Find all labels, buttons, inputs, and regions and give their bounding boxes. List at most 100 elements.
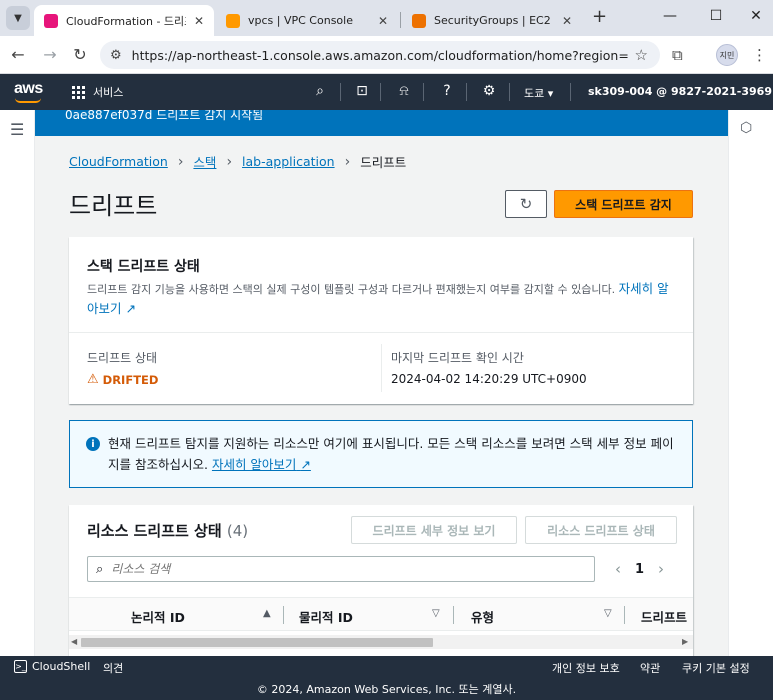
column-divider[interactable] (283, 606, 284, 624)
account-menu[interactable]: sk309-004 @ 9827-2021-3969 ▾ (588, 85, 773, 98)
detect-stack-drift-button[interactable]: 스택 드리프트 감지 (554, 190, 693, 218)
breadcrumb-cloudformation[interactable]: CloudFormation (69, 154, 168, 169)
card-heading: 리소스 드리프트 상태 (4) (87, 520, 248, 541)
tab-search-button[interactable]: ▼ (6, 6, 30, 30)
back-icon[interactable]: ← (8, 45, 28, 64)
profile-avatar[interactable]: 지민 (716, 44, 738, 66)
close-tab-icon[interactable]: ✕ (194, 14, 204, 28)
column-divider[interactable] (453, 606, 454, 624)
browser-tab-vpc[interactable]: vpcs | VPC Console ✕ (216, 5, 398, 36)
drift-status-value: ⚠ DRIFTED (87, 372, 158, 387)
search-icon: ⌕ (96, 561, 104, 577)
card-description: 드리프트 감지 기능을 사용하면 스택의 실제 구성이 템플릿 구성과 다르거나… (87, 279, 679, 319)
vpc-favicon-icon (226, 13, 240, 28)
cloudshell-button[interactable]: >_ CloudShell (14, 660, 90, 673)
right-side-rail: ⬡ (728, 110, 773, 656)
browser-toolbar: ← → ↻ ⚙ https://ap-northeast-1.console.a… (0, 36, 773, 74)
help-panel-icon[interactable]: ⬡ (740, 120, 752, 136)
left-side-rail: ☰ (0, 110, 35, 656)
page-title: 드리프트 (69, 192, 158, 220)
feedback-link[interactable]: 의견 (103, 660, 123, 676)
column-divider[interactable] (624, 606, 625, 624)
help-icon[interactable]: ? (437, 83, 457, 99)
column-type[interactable]: 유형 (471, 607, 494, 626)
external-link-icon: ↗ (125, 301, 136, 316)
browser-tab-securitygroups[interactable]: SecurityGroups | EC2 | ap- ✕ (402, 5, 582, 36)
close-tab-icon[interactable]: ✕ (562, 14, 572, 28)
privacy-link[interactable]: 개인 정보 보호 (552, 660, 620, 676)
account-label: sk309-004 @ 9827-2021-3969 (588, 85, 772, 98)
nav-divider (340, 83, 341, 101)
horizontal-scrollbar[interactable]: ◀ ▶ (69, 635, 693, 649)
browser-tab-cloudformation[interactable]: CloudFormation - 드리프트 ✕ (34, 5, 214, 36)
info-alert: i 현재 드리프트 탐지를 지원하는 리소스만 여기에 표시됩니다. 모든 스택… (69, 420, 693, 488)
info-learn-more-link[interactable]: 자세히 알아보기 ↗ (212, 457, 311, 472)
console-footer: >_ CloudShell 의견 개인 정보 보호 약관 쿠키 기본 설정 © … (0, 656, 773, 700)
terms-link[interactable]: 약관 (640, 660, 660, 676)
close-window-icon[interactable]: ✕ (746, 8, 766, 24)
nav-divider (466, 83, 467, 101)
sort-ascending-icon[interactable]: ▲ (263, 608, 271, 619)
scroll-right-icon[interactable]: ▶ (682, 637, 688, 646)
reload-icon[interactable]: ↻ (70, 45, 90, 64)
breadcrumb-stack-name[interactable]: lab-application (242, 154, 335, 169)
resource-drift-status-card: 리소스 드리프트 상태 (4) 드리프트 세부 정보 보기 리소스 드리프트 상… (69, 505, 693, 656)
scroll-left-icon[interactable]: ◀ (71, 637, 77, 646)
sort-icon[interactable]: ▽ (432, 608, 440, 619)
breadcrumb-current: 드리프트 (360, 155, 407, 170)
info-icon: i (86, 437, 100, 451)
stack-drift-status-card: 스택 드리프트 상태 드리프트 감지 기능을 사용하면 스택의 실제 구성이 템… (69, 237, 693, 404)
url-text[interactable]: https://ap-northeast-1.console.aws.amazo… (132, 48, 629, 63)
column-physical-id[interactable]: 물리적 ID (299, 607, 353, 626)
column-drift[interactable]: 드리프트 (641, 607, 687, 626)
address-bar[interactable]: ⚙ https://ap-northeast-1.console.aws.ama… (100, 41, 660, 69)
cookie-preferences-link[interactable]: 쿠키 기본 설정 (682, 660, 750, 676)
aws-logo[interactable]: aws (14, 80, 43, 103)
flash-notification: 0ae887ef037d 드리프트 감지 시작됨 (35, 110, 728, 136)
close-tab-icon[interactable]: ✕ (378, 14, 388, 28)
resource-drift-status-button[interactable]: 리소스 드리프트 상태 (525, 516, 677, 544)
site-info-icon[interactable]: ⚙ (110, 48, 122, 63)
new-tab-icon[interactable]: + (592, 6, 607, 27)
cloudshell-icon[interactable]: ⊡ (352, 83, 372, 99)
search-icon[interactable]: ⌕ (310, 83, 330, 99)
chevron-right-icon: › (177, 153, 184, 170)
scrollbar-thumb[interactable] (81, 638, 433, 647)
view-drift-details-button[interactable]: 드리프트 세부 정보 보기 (351, 516, 517, 544)
minimize-icon[interactable]: — (660, 8, 680, 24)
notifications-bell-icon[interactable]: ⍾ (394, 83, 414, 99)
chevron-right-icon: › (226, 153, 233, 170)
region-selector[interactable]: 도쿄 ▾ (524, 85, 553, 101)
services-label: 서비스 (93, 86, 124, 99)
nav-divider (509, 83, 510, 101)
browser-tab-strip: ▼ CloudFormation - 드리프트 ✕ vpcs | VPC Con… (0, 0, 773, 36)
hamburger-menu-icon[interactable]: ☰ (10, 120, 24, 139)
drift-status-label: 드리프트 상태 (87, 351, 158, 365)
info-learn-more-text: 자세히 알아보기 (211, 457, 297, 472)
aws-logo-smile (15, 98, 41, 103)
search-field[interactable] (111, 562, 572, 576)
resource-search-input[interactable]: ⌕ (87, 556, 595, 582)
forward-icon[interactable]: → (40, 45, 60, 64)
bookmark-star-icon[interactable]: ☆ (635, 46, 648, 64)
breadcrumb-stacks[interactable]: 스택 (193, 152, 216, 171)
info-alert-text: 현재 드리프트 탐지를 지원하는 리소스만 여기에 표시됩니다. 모든 스택 리… (108, 433, 680, 475)
browser-menu-icon[interactable]: ⋮ (752, 46, 767, 64)
cloudformation-favicon-icon (44, 13, 58, 28)
next-page-icon[interactable]: › (658, 560, 664, 578)
services-menu[interactable]: 서비스 (72, 84, 123, 100)
chevron-right-icon: › (344, 153, 351, 170)
sort-icon[interactable]: ▽ (604, 608, 612, 619)
settings-gear-icon[interactable]: ⚙ (479, 83, 499, 99)
card-heading: 스택 드리프트 상태 (87, 259, 200, 275)
pagination: ‹ 1 › (615, 560, 664, 578)
extensions-icon[interactable]: ⧉ (672, 46, 683, 64)
refresh-button[interactable]: ↻ (505, 190, 547, 218)
column-logical-id[interactable]: 논리적 ID (131, 607, 185, 626)
services-grid-icon (72, 85, 85, 99)
maximize-icon[interactable]: ☐ (706, 8, 726, 24)
previous-page-icon[interactable]: ‹ (615, 560, 621, 578)
ec2-favicon-icon (412, 13, 426, 28)
page-number[interactable]: 1 (635, 562, 644, 577)
last-check-value: 2024-04-02 14:20:29 UTC+0900 (391, 372, 587, 386)
